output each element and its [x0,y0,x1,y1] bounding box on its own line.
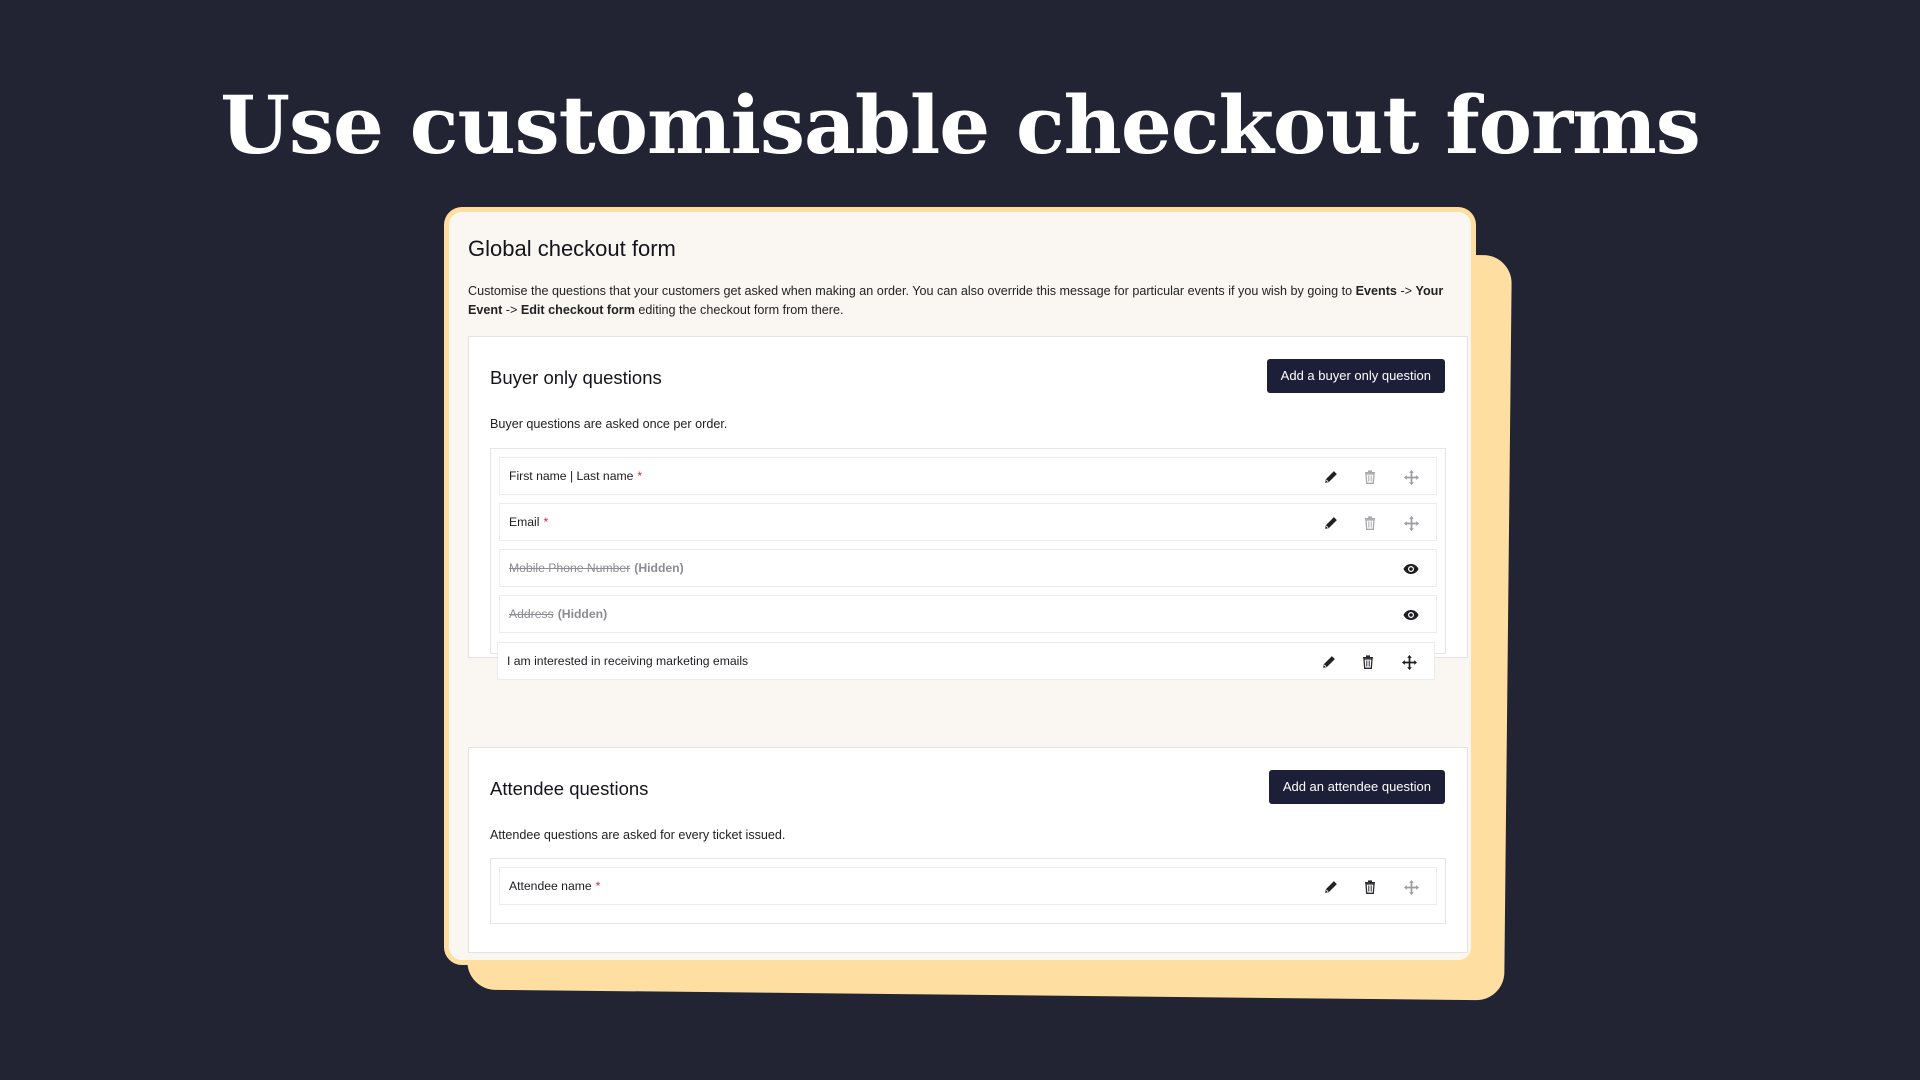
question-text: Address [509,607,554,621]
list-item[interactable]: Email * [499,503,1437,541]
question-label: First name | Last name * [509,469,642,483]
buyer-section-description: Buyer questions are asked once per order… [490,417,728,431]
list-item[interactable]: Mobile Phone Number (Hidden) [499,549,1437,587]
hidden-tag: (Hidden) [557,607,608,621]
description-text: Customise the questions that your custom… [468,284,1356,298]
question-label: Address (Hidden) [509,607,607,621]
pencil-icon[interactable] [1322,514,1340,532]
add-attendee-question-button[interactable]: Add an attendee question [1268,770,1445,804]
move-icon[interactable] [1402,514,1420,532]
eye-icon[interactable] [1402,606,1420,624]
required-marker: * [595,879,601,893]
attendee-section-description: Attendee questions are asked for every t… [490,828,786,842]
hidden-tag: (Hidden) [634,561,684,575]
list-item[interactable]: I am interested in receiving marketing e… [497,642,1435,680]
question-text: Mobile Phone Number [509,561,631,575]
required-marker: * [543,515,549,529]
buyer-questions-list: First name | Last name * Email * Mobile … [490,448,1446,654]
checkout-form-card: Global checkout form Customise the quest… [444,207,1476,965]
pencil-icon[interactable] [1320,653,1338,671]
question-label: Mobile Phone Number (Hidden) [509,561,684,575]
list-item[interactable]: Attendee name * [499,867,1437,905]
arrow-text: -> [502,303,521,317]
trash-icon[interactable] [1359,653,1377,671]
edit-checkout-form-text: Edit checkout form [520,303,635,317]
question-text: Attendee name [509,879,592,893]
move-icon[interactable] [1402,468,1420,486]
attendee-section-title: Attendee questions [490,778,649,799]
list-item[interactable]: First name | Last name * [499,457,1437,495]
trash-icon[interactable] [1361,468,1379,486]
buyer-questions-section: Buyer only questions Add a buyer only qu… [468,336,1468,658]
list-item[interactable]: Address (Hidden) [499,595,1437,633]
question-label: Email * [509,515,548,529]
trash-icon[interactable] [1361,878,1379,896]
attendee-questions-section: Attendee questions Add an attendee quest… [468,747,1468,953]
question-text: First name | Last name [509,469,634,483]
move-icon[interactable] [1400,653,1418,671]
headline: Use customisable checkout forms [220,78,1701,172]
eye-icon[interactable] [1402,560,1420,578]
trash-icon[interactable] [1361,514,1379,532]
pencil-icon[interactable] [1322,878,1340,896]
add-buyer-question-button[interactable]: Add a buyer only question [1266,359,1445,393]
question-text: Email [509,515,540,529]
attendee-questions-list: Attendee name * [490,858,1446,924]
required-marker: * [637,469,643,483]
move-icon[interactable] [1402,878,1420,896]
description-text-end: editing the checkout form from there. [634,303,844,317]
question-label: Attendee name * [509,879,600,893]
pencil-icon[interactable] [1322,468,1340,486]
buyer-section-title: Buyer only questions [490,367,662,388]
events-link-text: Events [1355,284,1397,298]
arrow-text: -> [1396,284,1416,298]
card-description: Customise the questions that your custom… [468,282,1458,320]
page-title: Global checkout form [468,236,676,261]
question-label: I am interested in receiving marketing e… [507,654,749,668]
